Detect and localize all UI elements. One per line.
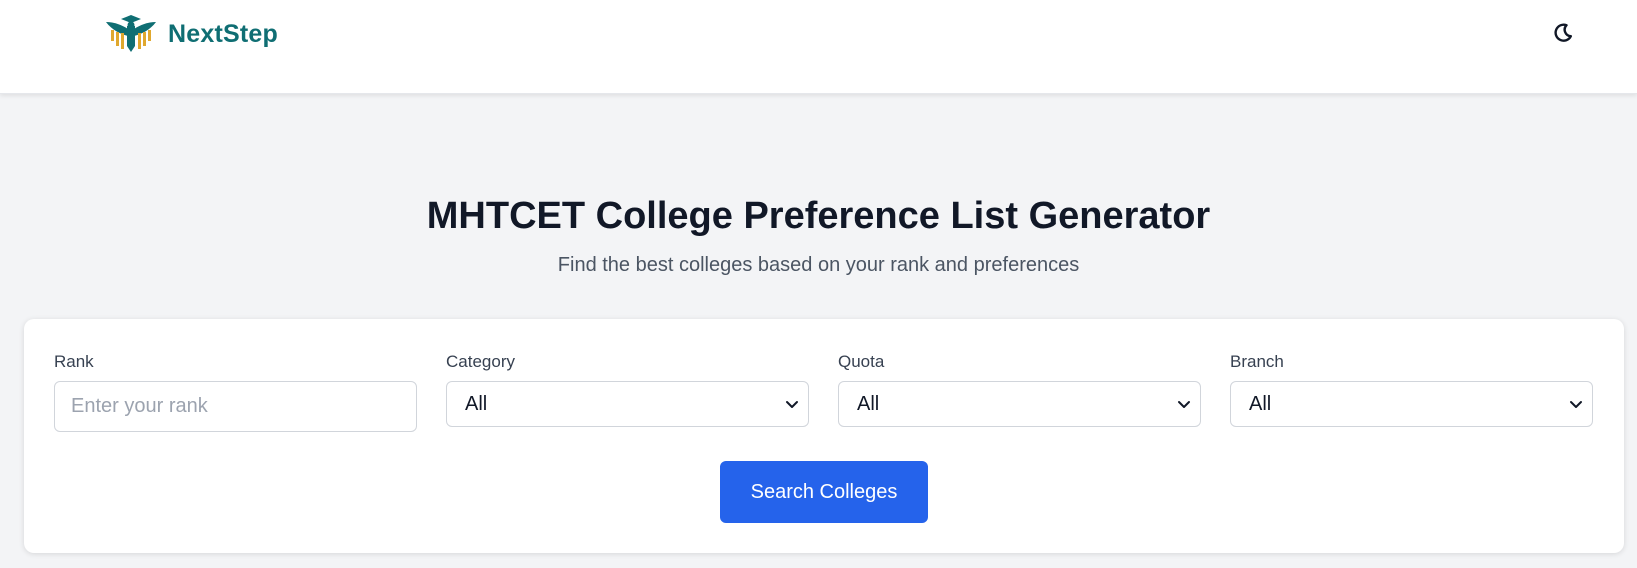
- quota-field: Quota All: [838, 351, 1201, 427]
- category-select[interactable]: All: [446, 381, 809, 427]
- quota-select[interactable]: All: [838, 381, 1201, 427]
- branch-field: Branch All: [1230, 351, 1593, 427]
- rank-label: Rank: [54, 352, 94, 371]
- category-label: Category: [446, 352, 515, 371]
- branch-label: Branch: [1230, 352, 1284, 371]
- quota-label: Quota: [838, 352, 885, 371]
- branch-select[interactable]: All: [1230, 381, 1593, 427]
- branch-selected-value: All: [1249, 392, 1272, 415]
- category-selected-value: All: [465, 392, 488, 415]
- rank-input[interactable]: [54, 381, 417, 432]
- quota-selected-value: All: [857, 392, 880, 415]
- search-form-card: Rank Category All Quota All Branch All: [24, 319, 1624, 553]
- rank-field: Rank: [54, 351, 417, 432]
- logo-icon: [104, 14, 158, 54]
- category-field: Category All: [446, 351, 809, 427]
- brand-name: NextStep: [168, 19, 278, 48]
- page-title: MHTCET College Preference List Generator: [426, 195, 1211, 237]
- navbar: NextStep: [0, 0, 1637, 94]
- moon-icon: [1553, 22, 1573, 48]
- brand[interactable]: NextStep: [104, 14, 278, 54]
- chevron-down-icon: [1178, 401, 1190, 408]
- page-subtitle: Find the best colleges based on your ran…: [557, 254, 1080, 276]
- hero-section: MHTCET College Preference List Generator…: [0, 190, 1637, 278]
- search-colleges-button[interactable]: Search Colleges: [720, 461, 928, 523]
- theme-toggle-button[interactable]: [1548, 20, 1578, 50]
- chevron-down-icon: [1570, 401, 1582, 408]
- chevron-down-icon: [786, 401, 798, 408]
